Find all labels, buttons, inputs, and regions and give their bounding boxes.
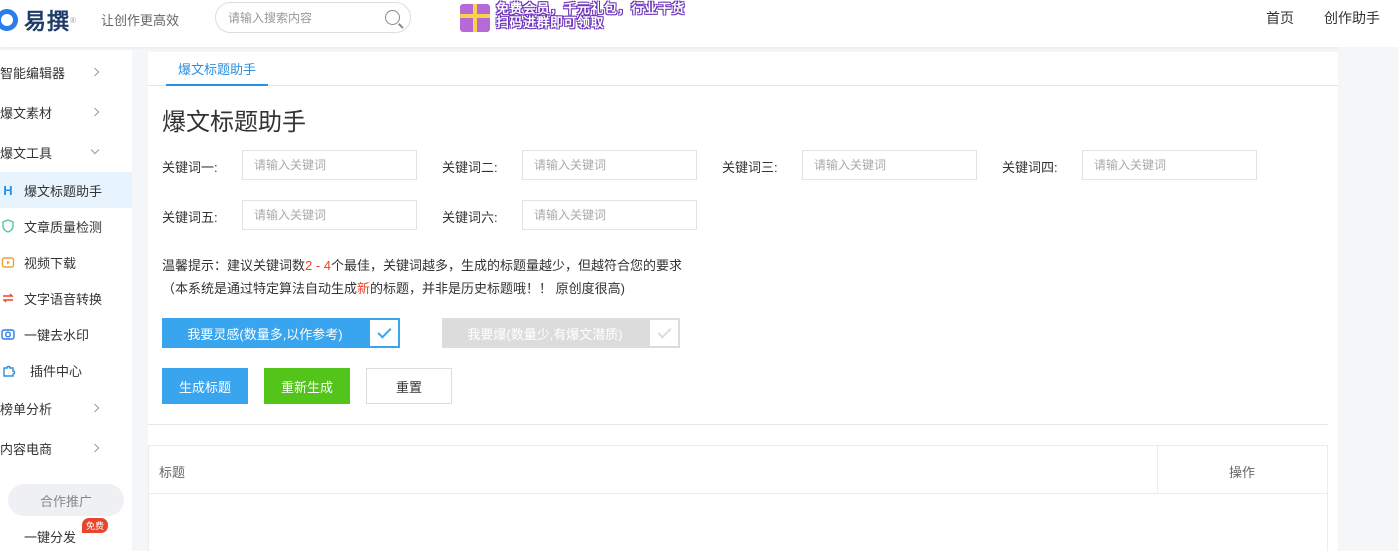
logo[interactable]: 易撰 ® [0, 4, 76, 36]
sidebar-item-remove-watermark[interactable]: 一键去水印 [0, 316, 132, 352]
search-box[interactable] [215, 2, 411, 33]
sidebar-item-label: 视频下载 [24, 255, 77, 271]
logo-icon [0, 7, 22, 33]
chevron-down-icon [90, 145, 100, 155]
top-nav: 首页 创作助手 [1266, 8, 1380, 28]
sidebar-item-content-ecommerce[interactable]: 内容电商 [0, 430, 132, 466]
tip-range: 2 - 4 [305, 258, 332, 273]
keyword-2-label: 关键词二: [442, 160, 498, 175]
divider [148, 424, 1328, 425]
regenerate-button[interactable]: 重新生成 [264, 368, 350, 404]
sidebar-item-smart-editor[interactable]: 智能编辑器 [0, 54, 132, 90]
results-table: 标题 操作 [148, 445, 1328, 551]
keyword-3-input[interactable] [802, 150, 977, 180]
tip-note-prefix: （本系统是通过特定算法自动生成 [162, 281, 358, 296]
tip-note-suffix: 的标题，并非是历史标题哦！！ 原创度很高) [370, 281, 625, 296]
sidebar-item-label: 爆文标题助手 [24, 183, 103, 199]
promo-banner[interactable]: 免费会员，千元礼包，行业干货 扫码进群即可领取 [460, 2, 685, 32]
tip-prefix: 温馨提示：建议关键词数 [162, 258, 306, 273]
shield-icon [1, 219, 15, 233]
sidebar-item-label: 一键分发 [24, 529, 77, 545]
main-panel: 爆文标题助手 爆文标题助手 关键词一: 关键词二: 关键词三: 关键词四: 关键… [148, 52, 1338, 551]
keyword-4-input[interactable] [1082, 150, 1257, 180]
checkmark-icon [368, 318, 400, 348]
top-header: 易撰 ® 让创作更高效 免费会员，千元礼包，行业干货 扫码进群即可领取 首页 创… [0, 0, 1398, 47]
camera-icon [1, 327, 15, 341]
free-badge: 免费 [82, 518, 109, 533]
keyword-2-input[interactable] [522, 150, 697, 180]
chevron-right-icon [90, 443, 100, 453]
sidebar-item-label: 爆文工具 [0, 145, 53, 161]
keyword-6-label: 关键词六: [442, 210, 498, 225]
tab-title-assistant[interactable]: 爆文标题助手 [166, 52, 269, 86]
table-header: 标题 操作 [149, 446, 1327, 494]
tip-text: 温馨提示：建议关键词数2 - 4个最佳，关键词越多，生成的标题量越少，但越符合您… [162, 255, 682, 274]
mode-inspiration-toggle[interactable]: 我要灵感(数量多,以作参考) [162, 318, 400, 348]
right-gutter [1338, 47, 1398, 551]
video-icon [1, 255, 15, 269]
nav-home[interactable]: 首页 [1266, 8, 1294, 28]
slogan: 让创作更高效 [101, 13, 180, 28]
mode-hot-label: 我要爆(数量少,有爆文潜质) [442, 318, 648, 348]
keyword-1-label: 关键词一: [162, 160, 218, 175]
sidebar: 智能编辑器 爆文素材 爆文工具 H 爆文标题助手 文章质量检测 视频下载 文字语… [0, 50, 132, 551]
logo-text: 易撰 [24, 9, 71, 34]
sidebar-item-title-assistant[interactable]: H 爆文标题助手 [0, 172, 132, 208]
sidebar-item-text-speech[interactable]: 文字语音转换 [0, 280, 132, 316]
chevron-right-icon [90, 107, 100, 117]
keyword-6-input[interactable] [522, 200, 697, 230]
checkmark-icon [648, 318, 680, 348]
tab-bar: 爆文标题助手 [148, 52, 1338, 86]
tip-suffix: 个最佳，关键词越多，生成的标题量越少，但越符合您的要求 [331, 258, 683, 273]
keyword-4-label: 关键词四: [1002, 160, 1058, 175]
chevron-right-icon [90, 67, 100, 77]
generate-title-button[interactable]: 生成标题 [162, 368, 248, 404]
nav-creation-assistant[interactable]: 创作助手 [1324, 8, 1380, 28]
tip-note-highlight: 新 [357, 281, 371, 296]
convert-icon [1, 291, 15, 305]
title-h-icon: H [3, 182, 13, 198]
cooperation-promo-button[interactable]: 合作推广 [8, 484, 124, 516]
logo-registered-mark: ® [70, 15, 76, 25]
puzzle-icon [2, 363, 16, 377]
tip-note: （本系统是通过特定算法自动生成新的标题，并非是历史标题哦！！ 原创度很高) [162, 278, 625, 297]
sidebar-item-hot-material[interactable]: 爆文素材 [0, 94, 132, 130]
keyword-5-label: 关键词五: [162, 210, 218, 225]
keyword-5-input[interactable] [242, 200, 417, 230]
sidebar-item-label: 爆文素材 [0, 105, 53, 121]
reset-button[interactable]: 重置 [366, 368, 452, 404]
sidebar-item-label: 智能编辑器 [0, 65, 66, 81]
gift-icon [460, 4, 490, 32]
sidebar-item-quality-check[interactable]: 文章质量检测 [0, 208, 132, 244]
sidebar-item-label: 内容电商 [0, 441, 53, 457]
sidebar-item-plugin-center[interactable]: 插件中心 [0, 352, 132, 388]
sidebar-item-label: 文章质量检测 [24, 219, 103, 235]
mode-hot-toggle[interactable]: 我要爆(数量少,有爆文潜质) [442, 318, 680, 348]
search-input[interactable] [228, 9, 378, 27]
sidebar-item-label: 榜单分析 [0, 401, 53, 417]
chevron-right-icon [90, 403, 100, 413]
sidebar-item-label: 插件中心 [30, 363, 83, 379]
sidebar-item-rank-analysis[interactable]: 榜单分析 [0, 390, 132, 426]
promo-line-1: 免费会员，千元礼包，行业干货 [496, 1, 686, 16]
keyword-3-label: 关键词三: [722, 160, 778, 175]
sidebar-item-one-click-distribute[interactable]: 一键分发 [0, 518, 132, 551]
sidebar-item-label: 一键去水印 [24, 327, 90, 343]
promo-text: 免费会员，千元礼包，行业干货 扫码进群即可领取 [496, 2, 685, 30]
keyword-1-input[interactable] [242, 150, 417, 180]
page-title: 爆文标题助手 [162, 109, 306, 136]
column-header-operation: 操作 [1229, 465, 1256, 480]
search-icon[interactable] [385, 10, 400, 25]
column-header-title: 标题 [159, 465, 186, 480]
mode-inspiration-label: 我要灵感(数量多,以作参考) [162, 318, 368, 348]
sidebar-item-hot-tools[interactable]: 爆文工具 [0, 134, 132, 170]
sidebar-item-label: 文字语音转换 [24, 291, 103, 307]
promo-line-2: 扫码进群即可领取 [496, 15, 605, 30]
sidebar-item-video-download[interactable]: 视频下载 [0, 244, 132, 280]
column-separator [1157, 446, 1158, 494]
